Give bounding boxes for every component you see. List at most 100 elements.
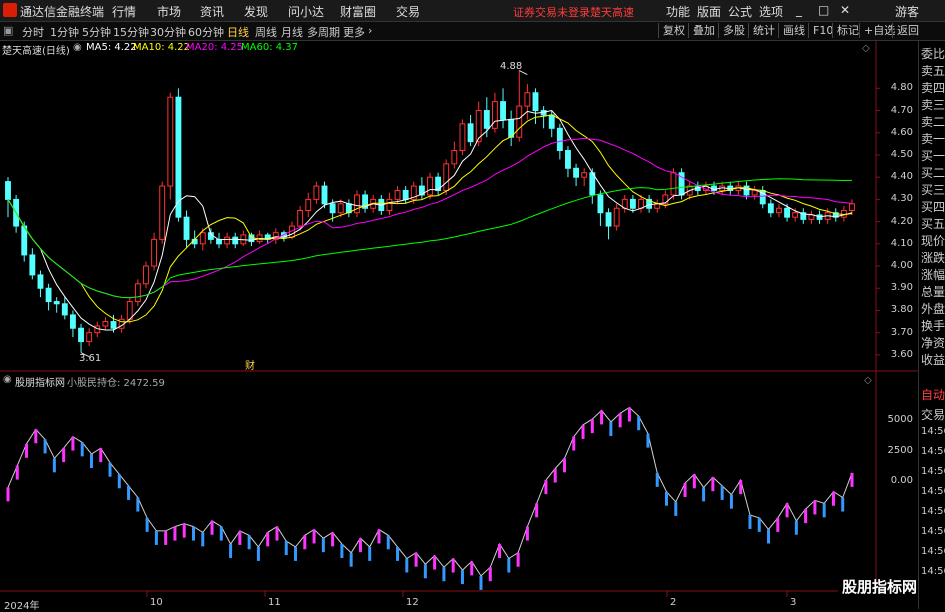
- chevron-right-icon[interactable]: ›: [368, 24, 372, 37]
- price-axis-label: 4.10: [890, 237, 913, 249]
- btn-multi-stock[interactable]: 多股: [718, 23, 749, 38]
- event-marker[interactable]: 财: [245, 359, 255, 372]
- candle-body: [143, 265, 149, 285]
- candle-body: [386, 198, 393, 211]
- period-multi[interactable]: 多周期: [307, 24, 340, 40]
- time-label-2024: 2024年: [4, 601, 40, 612]
- ind-axis-0: 0.00: [890, 475, 913, 486]
- btn-back[interactable]: 返回: [892, 23, 923, 38]
- indicator-line: [7, 406, 853, 577]
- candle-body: [313, 185, 320, 200]
- indicator-settings-icon[interactable]: ◉: [3, 374, 12, 385]
- user-guest[interactable]: 游客: [895, 3, 919, 20]
- candle-body: [5, 181, 11, 200]
- indicator-group[interactable]: [6, 406, 854, 590]
- menu-news[interactable]: 资讯: [200, 3, 224, 20]
- candle-body: [126, 301, 133, 320]
- candle-body: [45, 287, 52, 303]
- maximize-icon[interactable]: □: [818, 3, 829, 17]
- candles-group[interactable]: [5, 70, 855, 353]
- tick-time: 14:56: [921, 446, 945, 457]
- stock-name-title: 楚天高速: [590, 6, 634, 19]
- quote-field-label: 卖一: [921, 132, 945, 146]
- collapse-icon[interactable]: ▣: [3, 24, 13, 37]
- tick-time: 14:56: [921, 566, 945, 577]
- expand-icon[interactable]: ◇: [862, 43, 870, 54]
- app-logo-icon: [3, 3, 17, 17]
- period-5min[interactable]: 5分钟: [82, 24, 111, 40]
- period-1min[interactable]: 1分钟: [50, 24, 79, 40]
- panel-tab[interactable]: 交易: [921, 406, 945, 423]
- candle-body: [159, 185, 166, 240]
- login-warning[interactable]: 证券交易未登录: [513, 4, 590, 20]
- indicator-name[interactable]: 股朋指标网: [15, 374, 65, 389]
- candle-body: [329, 203, 336, 214]
- period-30min[interactable]: 30分钟: [150, 24, 186, 40]
- quote-field-label: 净资: [921, 336, 945, 350]
- candle-body: [776, 207, 782, 214]
- candle-body: [613, 207, 620, 227]
- tick-time: 14:56: [921, 486, 945, 497]
- candle-body: [524, 92, 531, 107]
- candle-body: [53, 301, 60, 305]
- btn-stats[interactable]: 统计: [748, 23, 779, 38]
- candle-body: [29, 254, 36, 276]
- period-weekly[interactable]: 周线: [255, 24, 277, 40]
- quote-field-label: 涨幅: [921, 268, 945, 282]
- menu-ask[interactable]: 问小达: [288, 3, 324, 20]
- period-15min[interactable]: 15分钟: [113, 24, 149, 40]
- minimize-icon[interactable]: _: [796, 3, 802, 17]
- candle-body: [654, 203, 661, 209]
- quote-field-label: 买四: [921, 200, 945, 214]
- candle-body: [175, 96, 182, 218]
- candle-body: [134, 283, 141, 303]
- candle-body: [792, 212, 799, 218]
- btn-overlay[interactable]: 叠加: [688, 23, 719, 38]
- indicator-expand-icon[interactable]: ◇: [864, 375, 872, 386]
- price-axis-label: 4.80: [890, 82, 913, 94]
- candle-body: [297, 210, 304, 227]
- candle-body: [305, 198, 312, 211]
- quote-field-label: 总量: [921, 285, 945, 299]
- candle-body: [491, 101, 498, 129]
- candle-body: [337, 203, 344, 214]
- period-daily[interactable]: 日线: [227, 24, 249, 40]
- candle-body: [548, 114, 555, 129]
- menu-wealth[interactable]: 财富圈: [340, 3, 376, 20]
- period-toolbar: ▣ 分时 1分钟 5分钟 15分钟 30分钟 60分钟 日线 周线 月线 多周期…: [0, 22, 945, 41]
- app-title: 通达信金融终端: [20, 5, 105, 19]
- quote-field-label: 涨跌: [921, 251, 945, 265]
- candle-body: [69, 314, 76, 329]
- candle-body: [751, 190, 758, 196]
- menu-market[interactable]: 市场: [157, 3, 181, 20]
- panel-tab[interactable]: 自动: [921, 386, 945, 403]
- candle-body: [443, 163, 450, 192]
- btn-draw[interactable]: 画线: [778, 23, 809, 38]
- menu-quotes[interactable]: 行情: [112, 3, 136, 20]
- menu-function[interactable]: 功能: [666, 3, 690, 20]
- period-more[interactable]: 更多: [343, 24, 365, 40]
- menu-discover[interactable]: 发现: [244, 3, 268, 20]
- time-label-mar: 3: [790, 597, 797, 608]
- candle-body: [151, 238, 158, 267]
- menu-layout[interactable]: 版面: [697, 3, 721, 20]
- period-intraday[interactable]: 分时: [22, 24, 44, 40]
- period-60min[interactable]: 60分钟: [188, 24, 224, 40]
- menu-trade[interactable]: 交易: [396, 3, 420, 20]
- candle-body: [849, 203, 855, 211]
- btn-restore-rights[interactable]: 复权: [658, 23, 689, 38]
- period-monthly[interactable]: 月线: [281, 24, 303, 40]
- price-axis-label: 3.70: [890, 326, 913, 338]
- close-icon[interactable]: ✕: [840, 3, 850, 17]
- high-label: 4.88: [500, 61, 522, 72]
- candle-body: [451, 150, 458, 165]
- candle-body: [37, 274, 44, 289]
- candle-body: [183, 216, 190, 240]
- watermark-box: 股朋指标网: [838, 578, 918, 609]
- menu-options[interactable]: 选项: [759, 3, 783, 20]
- menu-formula[interactable]: 公式: [728, 3, 752, 20]
- kline-chart[interactable]: 4.88 3.61 财 ◇ ◇: [0, 41, 918, 609]
- time-label-feb: 2: [670, 597, 677, 608]
- tick-time: 14:56: [921, 466, 945, 477]
- quote-field-label: 买三: [921, 183, 945, 197]
